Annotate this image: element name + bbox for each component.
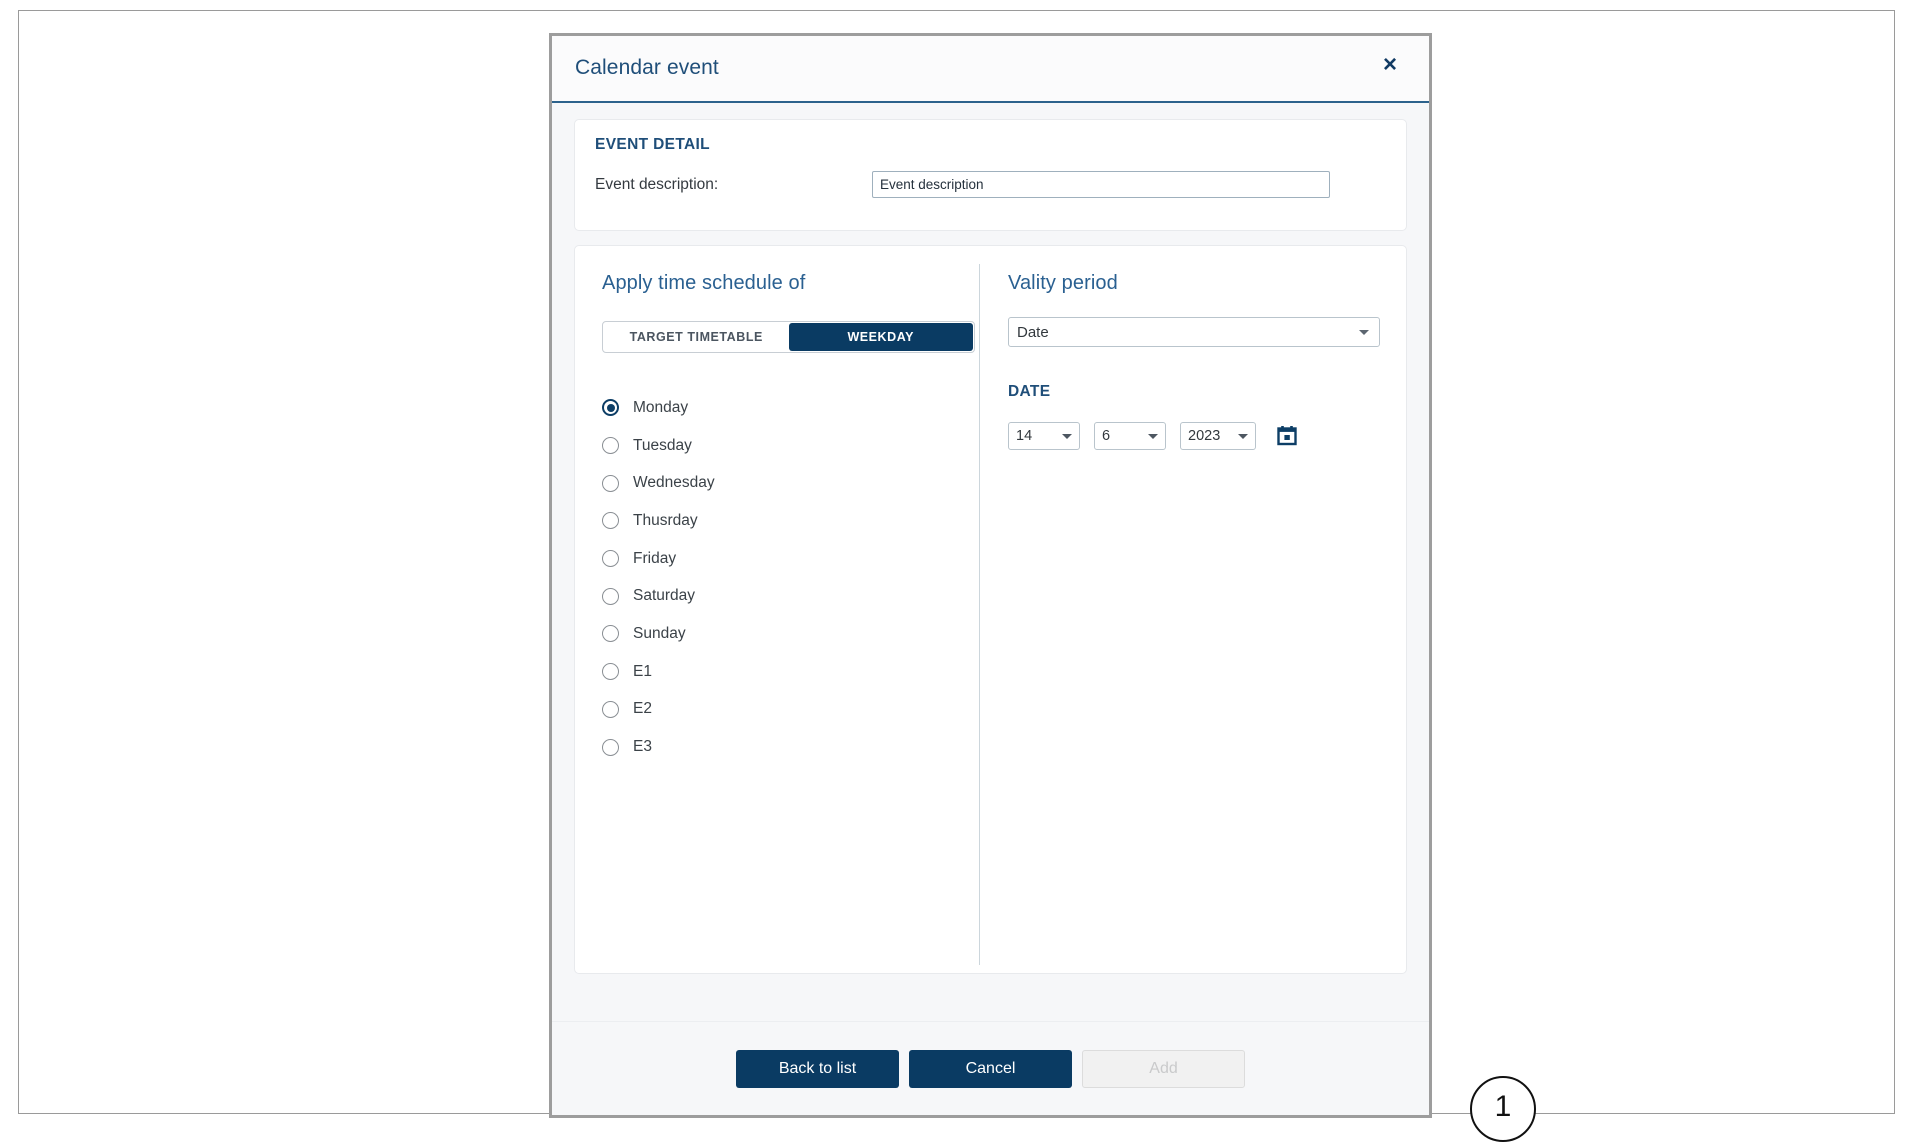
day-select-wrapper: 14 [1008,422,1080,450]
event-description-row: Event description: [595,171,1386,198]
radio-icon [602,700,619,718]
radio-option-wednesday[interactable]: Wednesday [602,464,979,502]
radio-option-e1[interactable]: E1 [602,653,979,691]
dialog-title: Calendar event [575,56,719,79]
radio-label: Friday [633,549,677,567]
radio-option-tuesday[interactable]: Tuesday [602,427,979,465]
radio-label: E3 [633,738,652,756]
segment-weekday[interactable]: WEEKDAY [788,323,973,351]
radio-label: Wednesday [633,474,715,492]
radio-option-e2[interactable]: E2 [602,691,979,729]
radio-option-thursday[interactable]: Thusrday [602,502,979,540]
apply-time-schedule-column: Apply time schedule of TARGET TIMETABLE … [575,246,979,973]
month-select-wrapper: 6 [1094,422,1166,450]
event-detail-heading: EVENT DETAIL [595,136,711,153]
close-icon[interactable]: × [1375,50,1405,80]
radio-icon [602,550,619,568]
radio-label: Monday [633,398,689,416]
radio-icon [602,512,619,530]
weekday-radio-group[interactable]: Monday Tuesday Wednesday Thusrday Friday… [602,389,979,766]
event-description-label: Event description: [595,175,719,193]
event-detail-card: EVENT DETAIL Event description: [574,119,1407,231]
radio-option-e3[interactable]: E3 [602,728,979,766]
cancel-button[interactable]: Cancel [909,1049,1072,1088]
radio-icon [602,663,619,681]
calendar-icon[interactable] [1276,425,1298,447]
page-frame: Calendar event × EVENT DETAIL Event desc… [18,10,1895,1142]
validity-type-select-wrapper: Date [1008,317,1380,347]
back-to-list-button[interactable]: Back to list [736,1049,899,1088]
schedule-mode-segmented-control[interactable]: TARGET TIMETABLE WEEKDAY [602,321,975,353]
validity-type-select[interactable]: Date [1008,317,1380,347]
segment-target-timetable[interactable]: TARGET TIMETABLE [604,323,789,351]
day-select[interactable]: 14 [1008,422,1080,450]
radio-icon [602,587,619,605]
radio-label: Thusrday [633,511,698,529]
apply-time-schedule-heading: Apply time schedule of [602,272,806,294]
add-button[interactable]: Add [1082,1049,1245,1088]
radio-label: Tuesday [633,436,692,454]
radio-option-sunday[interactable]: Sunday [602,615,979,653]
schedule-validity-card: Apply time schedule of TARGET TIMETABLE … [574,245,1407,974]
annotation-callout-1: 1 [1470,1076,1536,1142]
radio-option-saturday[interactable]: Saturday [602,577,979,615]
radio-icon [602,474,619,492]
radio-label: E1 [633,662,652,680]
calendar-event-dialog: Calendar event × EVENT DETAIL Event desc… [549,33,1536,1142]
radio-label: Saturday [633,587,696,605]
radio-icon [602,738,619,756]
radio-option-friday[interactable]: Friday [602,540,979,578]
dialog-header: Calendar event × [552,36,1429,103]
radio-icon [602,437,619,455]
validity-period-heading: Vality period [1008,272,1118,294]
validity-period-column: Vality period Date DATE 14 6 2023 [980,246,1406,973]
dialog-body: EVENT DETAIL Event description: Apply ti… [552,103,1536,1142]
dialog-footer: Back to list Cancel Add [552,1021,1429,1115]
year-select[interactable]: 2023 [1180,422,1256,450]
event-description-input[interactable] [872,171,1330,198]
year-select-wrapper: 2023 [1180,422,1256,450]
date-picker-row: 14 6 2023 [1008,422,1406,450]
month-select[interactable]: 6 [1094,422,1166,450]
radio-icon [602,625,619,643]
radio-icon [602,399,619,417]
date-heading: DATE [1008,383,1051,400]
radio-option-monday[interactable]: Monday [602,389,979,427]
radio-label: E2 [633,700,652,718]
radio-label: Sunday [633,624,686,642]
